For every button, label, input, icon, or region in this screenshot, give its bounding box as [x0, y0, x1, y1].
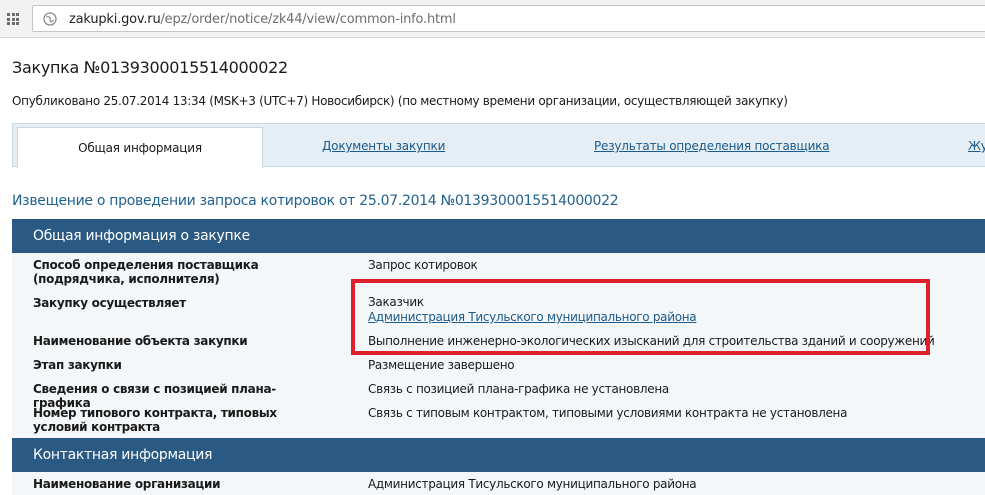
tab-supplier-results[interactable]: Результаты определения поставщика — [594, 124, 830, 168]
row-label-object: Наименование объекта закупки — [33, 334, 248, 348]
url-text[interactable]: zakupki.gov.ru/epz/order/notice/zk44/vie… — [69, 12, 456, 27]
address-bar[interactable]: zakupki.gov.ru/epz/order/notice/zk44/vie… — [32, 5, 985, 32]
notice-title: Извещение о проведении запроса котировок… — [12, 193, 619, 209]
globe-icon[interactable] — [43, 12, 57, 26]
row-label-contract: Номер типового контракта, типовых услови… — [33, 406, 277, 434]
apps-grid-icon[interactable] — [7, 13, 19, 25]
row-value-contract: Связь с типовым контрактом, типовыми усл… — [368, 406, 848, 420]
tab-journal[interactable]: Жу — [968, 124, 985, 168]
tab-general-info[interactable]: Общая информация — [17, 127, 263, 168]
browser-toolbar: zakupki.gov.ru/epz/order/notice/zk44/vie… — [0, 0, 985, 38]
row-value-stage: Размещение завершено — [368, 358, 515, 372]
row-value-org-name: Администрация Тисульского муниципального… — [368, 477, 697, 491]
row-label-org-name: Наименование организации — [33, 477, 221, 491]
row-label-organizer: Закупку осуществляет — [33, 296, 186, 310]
url-path: /epz/order/notice/zk44/view/common-info.… — [160, 12, 457, 27]
row-value-method: Запрос котировок — [368, 258, 478, 272]
published-info: Опубликовано 25.07.2014 13:34 (MSK+3 (UT… — [12, 94, 788, 108]
page-title: Закупка №0139300015514000022 — [12, 58, 288, 77]
section-header-general: Общая информация о закупке — [12, 219, 985, 253]
row-value-plan: Связь с позицией плана-графика не устано… — [368, 382, 669, 396]
highlight-box — [351, 279, 930, 355]
row-label-stage: Этап закупки — [33, 358, 122, 372]
section-header-contact: Контактная информация — [12, 438, 985, 472]
tab-documents[interactable]: Документы закупки — [322, 124, 445, 168]
tabs-bar: Общая информация Документы закупки Резул… — [12, 123, 985, 168]
url-host: zakupki.gov.ru — [69, 12, 161, 27]
row-label-method: Способ определения поставщика (подрядчик… — [33, 258, 259, 286]
